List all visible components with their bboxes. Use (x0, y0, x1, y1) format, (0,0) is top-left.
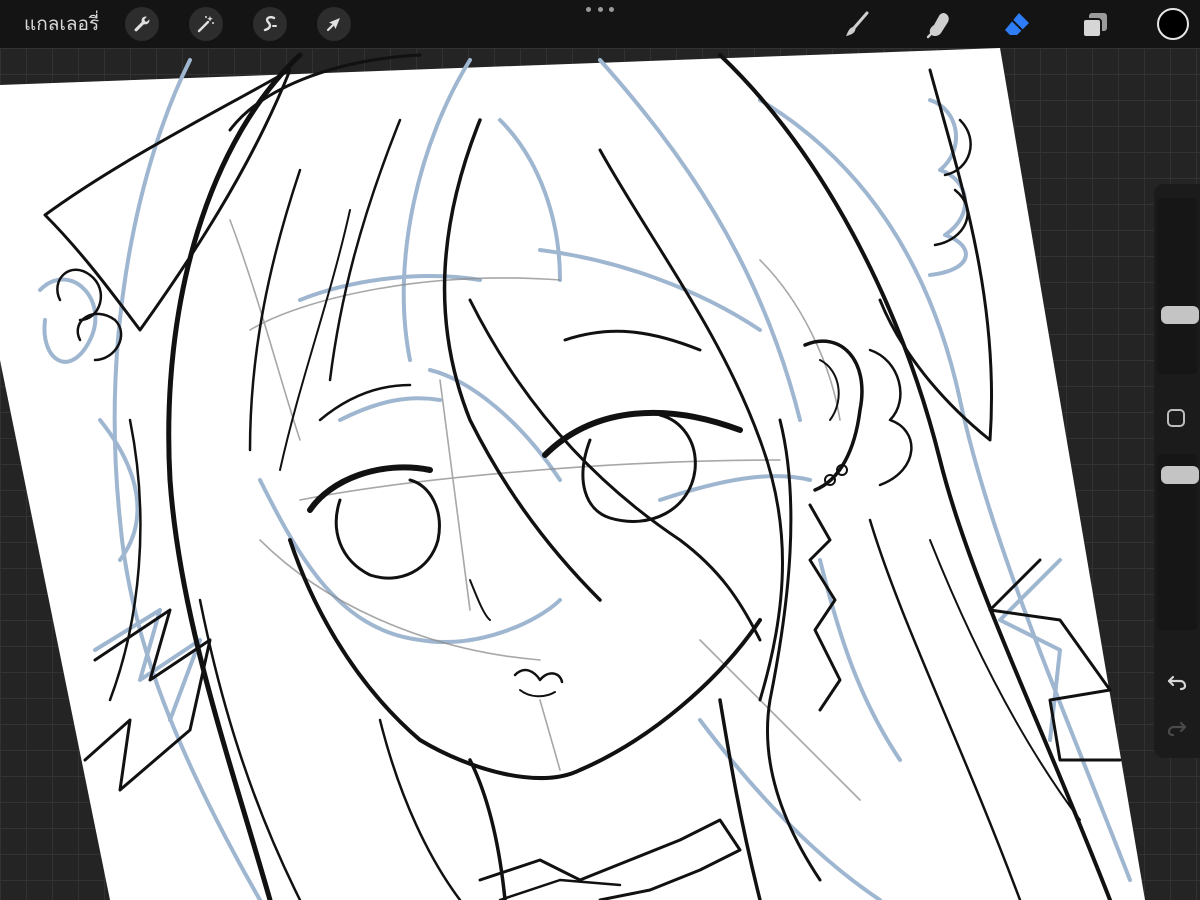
drawing-canvas[interactable] (0, 48, 1200, 900)
layers-button[interactable] (1078, 8, 1112, 42)
side-bar (1154, 184, 1200, 758)
more-options-dots[interactable] (586, 2, 614, 16)
top-toolbar: แกลเลอรี่ (0, 0, 1200, 48)
arrow-cursor-icon (326, 18, 340, 32)
modify-button[interactable] (1167, 409, 1185, 427)
brush-tool[interactable] (840, 8, 874, 42)
smudge-finger-icon (926, 13, 949, 39)
eraser-icon (1005, 13, 1029, 35)
smudge-tool[interactable] (922, 8, 956, 42)
transform-button[interactable] (317, 7, 351, 41)
wrench-icon (134, 16, 150, 32)
brush-icon (846, 11, 869, 36)
workspace (0, 48, 1200, 900)
brush-size-handle[interactable] (1161, 306, 1199, 324)
adjustments-button[interactable] (189, 7, 223, 41)
dot (597, 6, 603, 12)
dot (609, 6, 614, 12)
eraser-tool[interactable] (1000, 8, 1034, 42)
selection-button[interactable] (253, 7, 287, 41)
color-picker-swatch[interactable] (1157, 8, 1189, 40)
undo-arrow-icon (1167, 675, 1187, 691)
magic-wand-icon (197, 16, 214, 33)
layers-icon (1082, 13, 1107, 38)
redo-button[interactable] (1165, 716, 1189, 740)
dot (586, 6, 591, 12)
opacity-slider[interactable] (1157, 454, 1199, 630)
gallery-button[interactable]: แกลเลอรี่ (24, 12, 99, 36)
brush-size-slider[interactable] (1157, 198, 1199, 374)
opacity-handle[interactable] (1161, 466, 1199, 484)
selection-s-icon (263, 16, 277, 32)
undo-button[interactable] (1165, 670, 1189, 694)
redo-arrow-icon (1167, 721, 1187, 737)
actions-button[interactable] (125, 7, 159, 41)
